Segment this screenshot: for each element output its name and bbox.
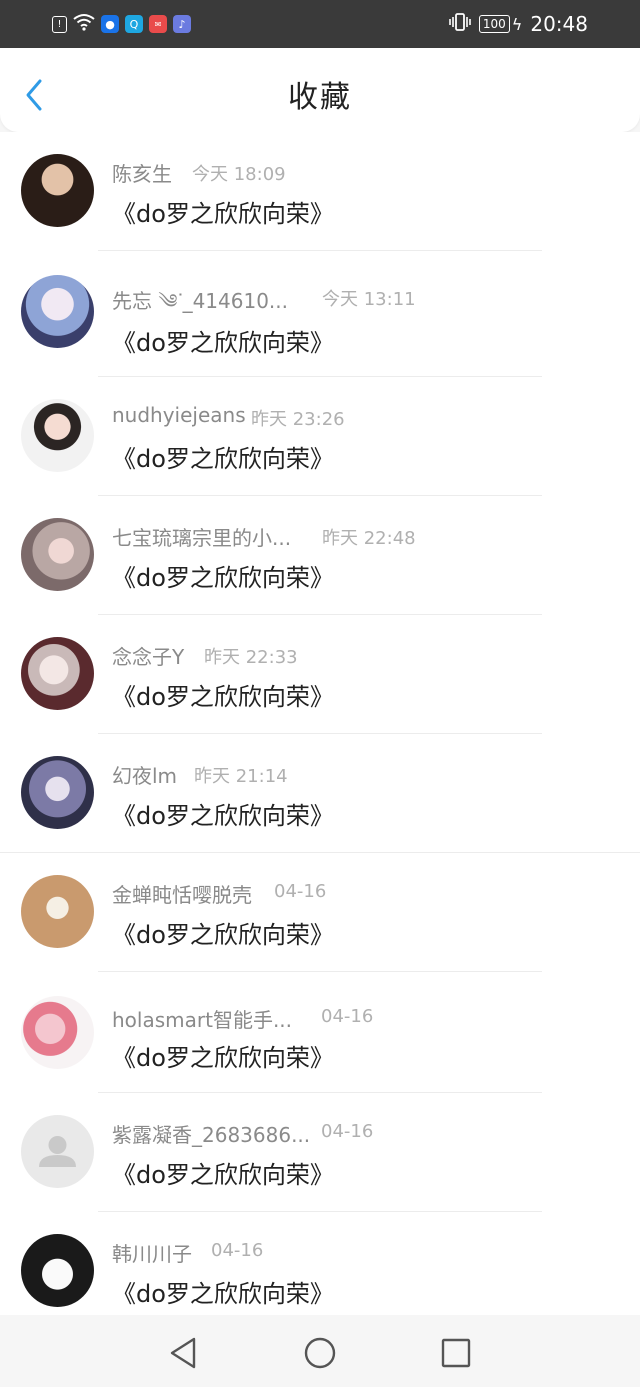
timestamp: 04-16 (321, 1006, 374, 1027)
item-text: 《do罗之欣欣向荣》 (112, 200, 334, 228)
user-name[interactable]: 金蝉盹恬嘤脱壳 (112, 879, 252, 908)
user-name[interactable]: 韩川川子 (112, 1238, 192, 1267)
app-blue-icon: ● (101, 15, 119, 33)
list-item[interactable]: 陈亥生 今天 18:09 《do罗之欣欣向荣》 (0, 132, 640, 251)
status-time: 20:48 (530, 12, 588, 36)
user-name[interactable]: 幻夜lm (112, 760, 177, 789)
favorites-list: 陈亥生 今天 18:09 《do罗之欣欣向荣》 先忘 ༄ᐝ_414610... … (0, 132, 640, 1315)
title-bar: 收藏 (0, 48, 640, 132)
timestamp: 04-16 (274, 881, 327, 902)
default-avatar-icon (39, 1136, 76, 1167)
list-item[interactable]: 先忘 ༄ᐝ_414610... 今天 13:11 《do罗之欣欣向荣》 (0, 251, 640, 377)
user-name[interactable]: nudhyiejeans (112, 403, 246, 427)
avatar[interactable] (21, 875, 94, 948)
status-right: 100 ϟ 20:48 (449, 10, 588, 38)
nav-back-button[interactable] (166, 1335, 206, 1371)
item-text: 《do罗之欣欣向荣》 (112, 802, 334, 830)
list-item[interactable]: 幻夜lm 昨天 21:14 《do罗之欣欣向荣》 (0, 734, 640, 853)
item-text: 《do罗之欣欣向荣》 (112, 1280, 334, 1308)
list-item[interactable]: 金蝉盹恬嘤脱壳 04-16 《do罗之欣欣向荣》 (0, 853, 640, 972)
timestamp: 昨天 22:33 (204, 647, 298, 668)
item-text: 《do罗之欣欣向荣》 (112, 329, 334, 357)
vibrate-icon (449, 12, 471, 37)
circle-home-icon (304, 1337, 336, 1369)
avatar[interactable] (21, 399, 94, 472)
list-item[interactable]: 韩川川子 04-16 《do罗之欣欣向荣》 (0, 1212, 640, 1315)
list-item[interactable]: 紫露凝香_2683686... 04-16 《do罗之欣欣向荣》 (0, 1093, 640, 1212)
system-nav-bar (0, 1315, 640, 1387)
timestamp: 04-16 (321, 1121, 374, 1142)
user-name[interactable]: holasmart智能手... (112, 1004, 292, 1033)
avatar[interactable] (21, 637, 94, 710)
app-red-icon: ✉ (149, 15, 167, 33)
avatar[interactable] (21, 1115, 94, 1188)
alert-icon: ! (52, 15, 67, 33)
item-text: 《do罗之欣欣向荣》 (112, 1044, 334, 1072)
list-item[interactable]: nudhyiejeans 昨天 23:26 《do罗之欣欣向荣》 (0, 377, 640, 496)
list-item[interactable]: holasmart智能手... 04-16 《do罗之欣欣向荣》 (0, 972, 640, 1093)
timestamp: 昨天 22:48 (322, 528, 416, 549)
list-item[interactable]: 七宝琉璃宗里的小... 昨天 22:48 《do罗之欣欣向荣》 (0, 496, 640, 615)
item-text: 《do罗之欣欣向荣》 (112, 564, 334, 592)
nav-home-button[interactable] (300, 1335, 340, 1371)
wifi-icon (73, 13, 95, 35)
timestamp: 今天 18:09 (192, 164, 286, 185)
item-text: 《do罗之欣欣向荣》 (112, 683, 334, 711)
timestamp: 今天 13:11 (322, 289, 416, 310)
item-text: 《do罗之欣欣向荣》 (112, 921, 334, 949)
item-text: 《do罗之欣欣向荣》 (112, 1161, 334, 1189)
user-name[interactable]: 念念子Y (112, 641, 184, 670)
user-name[interactable]: 紫露凝香_2683686... (112, 1119, 310, 1148)
avatar[interactable] (21, 154, 94, 227)
user-name[interactable]: 陈亥生 (112, 158, 172, 187)
charging-icon: ϟ (511, 14, 523, 34)
avatar[interactable] (21, 518, 94, 591)
avatar[interactable] (21, 1234, 94, 1307)
page-title: 收藏 (288, 80, 352, 115)
avatar[interactable] (21, 756, 94, 829)
user-name[interactable]: 七宝琉璃宗里的小... (112, 522, 291, 551)
timestamp: 昨天 23:26 (251, 409, 345, 430)
music-icon: ♪ (173, 15, 191, 33)
timestamp: 04-16 (211, 1240, 264, 1261)
triangle-back-icon (170, 1337, 196, 1369)
avatar[interactable] (21, 996, 94, 1069)
app-search-icon: Q (125, 15, 143, 33)
status-left-icons: ! ● Q ✉ ♪ (52, 12, 191, 36)
nav-recents-button[interactable] (436, 1335, 476, 1371)
list-item[interactable]: 念念子Y 昨天 22:33 《do罗之欣欣向荣》 (0, 615, 640, 734)
timestamp: 昨天 21:14 (194, 766, 288, 787)
square-recents-icon (441, 1338, 471, 1368)
avatar[interactable] (21, 275, 94, 348)
battery-icon: 100 (478, 15, 510, 33)
item-text: 《do罗之欣欣向荣》 (112, 445, 334, 473)
status-bar: ! ● Q ✉ ♪ 100 ϟ 20:48 (0, 0, 640, 48)
